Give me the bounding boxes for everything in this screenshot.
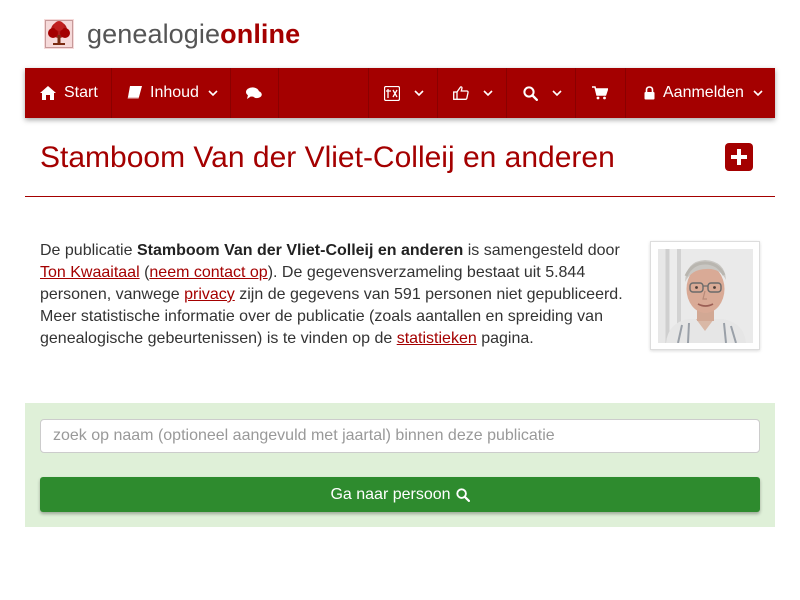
publication-intro: De publicatie Stamboom Van der Vliet-Col…: [40, 240, 636, 350]
nav-divider: [368, 68, 369, 118]
thumbs-up-icon: [453, 86, 469, 100]
nav-login-label: Aanmelden: [663, 84, 744, 101]
nav-login[interactable]: Aanmelden: [644, 68, 763, 118]
chevron-down-icon: [753, 89, 763, 96]
language-icon: [384, 85, 400, 101]
contact-link[interactable]: neem contact op: [149, 264, 267, 281]
brand-name: genealogieonline: [87, 17, 300, 51]
nav-divider: [437, 68, 438, 118]
author-photo-frame[interactable]: [650, 241, 760, 350]
author-link[interactable]: Ton Kwaaitaal: [40, 264, 140, 281]
search-icon: [455, 487, 470, 502]
nav-divider: [625, 68, 626, 118]
nav-divider: [278, 68, 279, 118]
site-brand[interactable]: genealogieonline: [44, 17, 300, 51]
nav-language[interactable]: [384, 68, 424, 118]
go-to-person-button[interactable]: Ga naar persoon: [40, 477, 760, 512]
page-title: Stamboom Van der Vliet-Colleij en andere…: [40, 141, 615, 174]
statistics-link[interactable]: statistieken: [397, 330, 477, 347]
home-icon: [40, 86, 56, 100]
brand-part2: online: [220, 19, 301, 49]
chevron-down-icon: [552, 89, 562, 96]
intro-text: is samengesteld door: [463, 242, 620, 259]
brand-part1: genealogie: [87, 19, 221, 49]
lock-icon: [644, 86, 655, 100]
comments-icon: [246, 86, 262, 99]
main-navbar: Start Inhoud Aanmelden: [25, 68, 775, 118]
author-photo: [658, 249, 753, 343]
tree-logo-icon: [44, 19, 74, 49]
intro-text: pagina.: [476, 330, 534, 347]
nav-social[interactable]: [453, 68, 493, 118]
chevron-down-icon: [483, 89, 493, 96]
nav-search[interactable]: [523, 68, 562, 118]
title-divider: [25, 196, 775, 197]
add-button[interactable]: [725, 143, 753, 171]
nav-start-label: Start: [64, 84, 98, 101]
person-search-input[interactable]: [40, 419, 760, 453]
nav-inhoud-label: Inhoud: [150, 84, 199, 101]
chevron-down-icon: [208, 89, 218, 96]
chevron-down-icon: [414, 89, 424, 96]
publication-name: Stamboom Van der Vliet-Colleij en andere…: [136, 242, 464, 259]
nav-start[interactable]: Start: [40, 68, 98, 118]
nav-divider: [506, 68, 507, 118]
intro-text: (: [139, 264, 150, 281]
nav-divider: [111, 68, 112, 118]
nav-divider: [575, 68, 576, 118]
nav-messages[interactable]: [246, 68, 262, 118]
cart-icon: [592, 86, 608, 100]
privacy-link[interactable]: privacy: [184, 286, 235, 303]
nav-shop[interactable]: [592, 68, 608, 118]
publication-search-panel: Ga naar persoon: [25, 403, 775, 527]
search-icon: [523, 85, 538, 101]
go-to-person-label: Ga naar persoon: [330, 485, 451, 503]
intro-text: De publicatie: [40, 242, 137, 259]
nav-divider: [230, 68, 231, 118]
book-icon: [127, 86, 142, 99]
nav-inhoud[interactable]: Inhoud: [127, 68, 218, 118]
